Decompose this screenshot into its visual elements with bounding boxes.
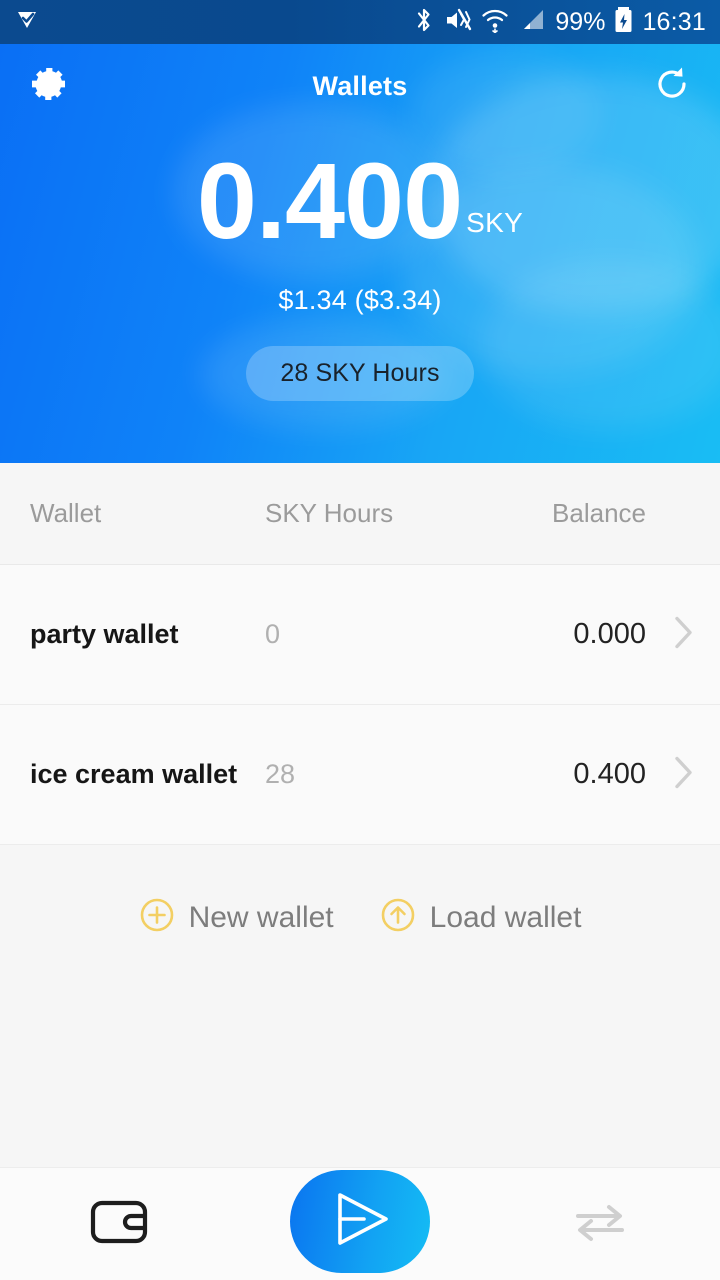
- wallet-icon: [89, 1196, 151, 1253]
- column-header-balance: Balance: [552, 498, 646, 528]
- wallet-hours: 0: [265, 619, 281, 649]
- table-row[interactable]: party wallet 0 0.000: [0, 565, 720, 705]
- total-balance-unit: SKY: [466, 206, 524, 238]
- send-plane-icon: [324, 1187, 396, 1256]
- wallet-actions: New wallet Load wallet: [0, 845, 720, 938]
- gear-icon: [27, 63, 69, 110]
- hero-body: 0.400 SKY $1.34 ($3.34) 28 SKY Hours: [0, 140, 720, 401]
- page-title: Wallets: [312, 70, 408, 101]
- clock-label: 16:31: [642, 7, 706, 36]
- app-bar: Wallets: [0, 44, 720, 128]
- load-wallet-label: Load wallet: [429, 900, 582, 934]
- battery-percent-label: 99%: [555, 7, 606, 36]
- total-balance-amount: 0.400: [196, 140, 463, 261]
- bluetooth-icon: [413, 6, 435, 39]
- nav-wallets-button[interactable]: [50, 1196, 190, 1253]
- sky-hours-badge: 28 SKY Hours: [246, 345, 474, 401]
- battery-charging-icon: [614, 6, 633, 39]
- refresh-button[interactable]: [646, 60, 698, 112]
- vibrate-mute-icon: [444, 7, 472, 38]
- total-balance: 0.400 SKY: [0, 140, 720, 261]
- balance-hero: Wallets 0.400 SKY $1.34 ($3.34) 28 SKY H…: [0, 44, 720, 463]
- fiat-value: $1.34 ($3.34): [278, 284, 442, 315]
- plus-circle-icon: [139, 897, 175, 938]
- new-wallet-label: New wallet: [188, 900, 334, 934]
- chevron-right-icon: [668, 611, 698, 658]
- wifi-icon: [481, 7, 509, 38]
- nav-exchange-button[interactable]: [530, 1198, 670, 1251]
- refresh-icon: [652, 64, 692, 109]
- status-bar-left: [14, 7, 40, 38]
- cell-signal-icon: [518, 7, 546, 38]
- table-header: Wallet SKY Hours Balance: [0, 463, 720, 565]
- arrow-up-circle-icon: [380, 897, 416, 938]
- chevron-right-icon: [668, 751, 698, 798]
- exchange-arrows-icon: [570, 1198, 630, 1251]
- status-bar-right: 99% 16:31: [413, 6, 706, 39]
- wallet-hours: 28: [265, 759, 296, 789]
- column-header-hours: SKY Hours: [265, 498, 394, 528]
- table-row[interactable]: ice cream wallet 28 0.400: [0, 705, 720, 845]
- column-header-wallet: Wallet: [30, 498, 102, 528]
- status-bar: 99% 16:31: [0, 0, 720, 44]
- nav-send-button[interactable]: [290, 1169, 430, 1273]
- settings-button[interactable]: [22, 60, 74, 112]
- bottom-navigation: [0, 1167, 720, 1280]
- send-button[interactable]: [290, 1169, 430, 1273]
- notification-check-icon: [14, 7, 40, 38]
- wallet-list: Wallet SKY Hours Balance party wallet 0 …: [0, 463, 720, 1167]
- wallet-name: ice cream wallet: [30, 759, 238, 789]
- load-wallet-button[interactable]: Load wallet: [380, 897, 582, 938]
- new-wallet-button[interactable]: New wallet: [139, 897, 334, 938]
- wallet-name: party wallet: [30, 619, 179, 649]
